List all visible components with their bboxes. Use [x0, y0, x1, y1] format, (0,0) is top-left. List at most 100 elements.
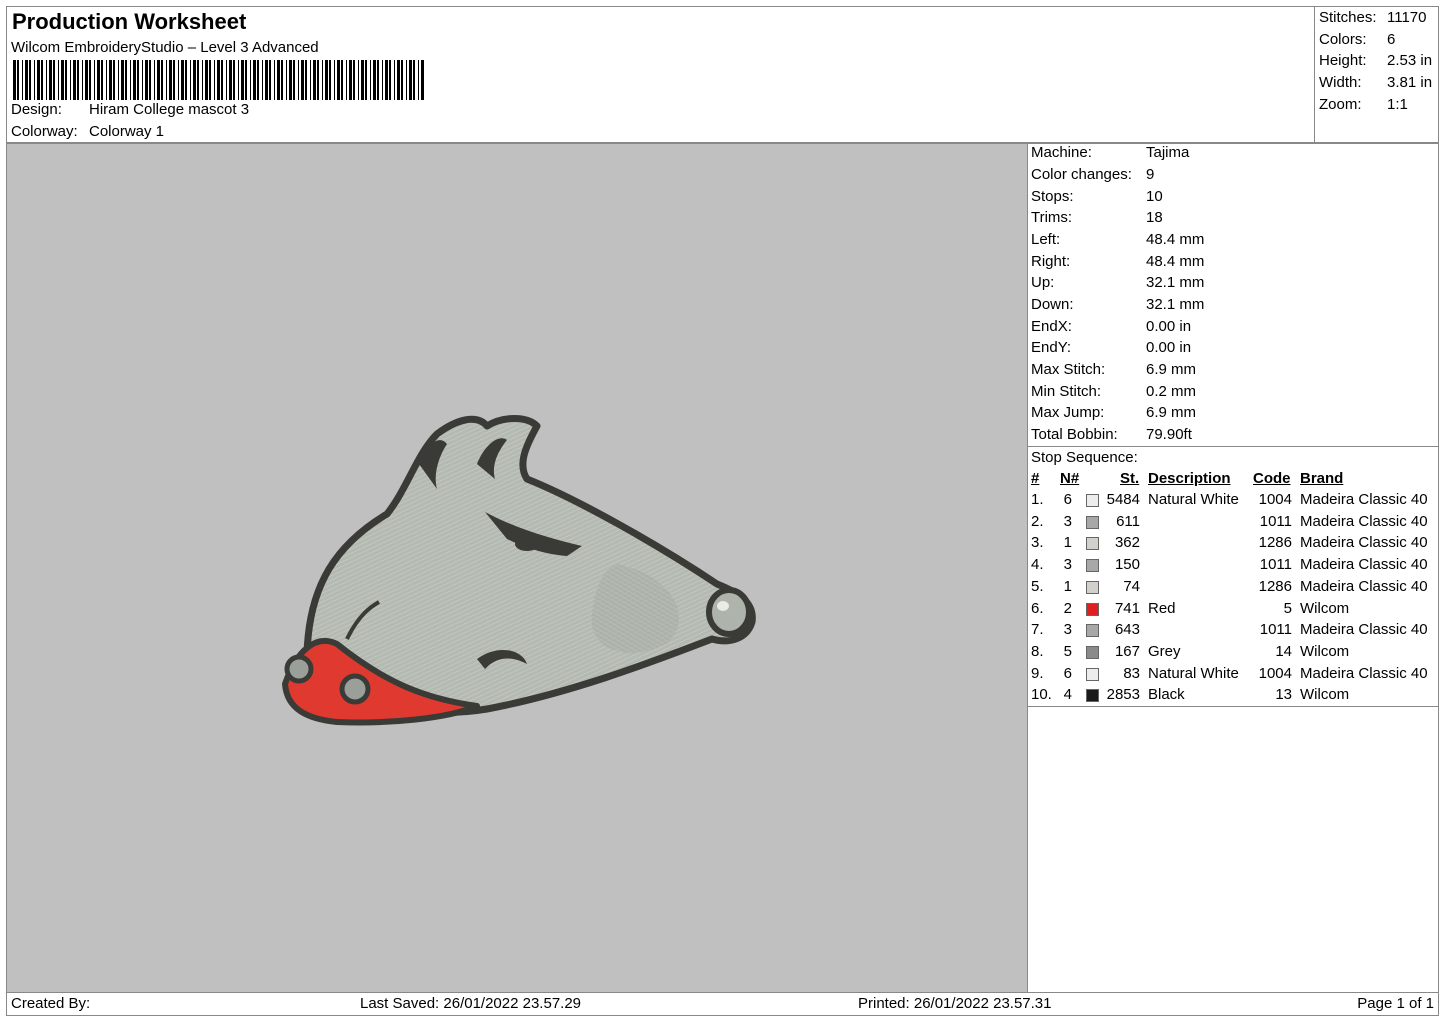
barcode-bar [49, 60, 52, 100]
machine-row: Max Jump: 6.9 mm [1031, 404, 1197, 421]
barcode-bar [217, 60, 220, 100]
stop-row: 6. 2 741 Red 5 Wilcom [1028, 600, 1440, 621]
barcode-bar [157, 60, 160, 100]
barcode-bar [361, 60, 364, 100]
machine-row: Right: 48.4 mm [1031, 253, 1205, 270]
barcode-bar [205, 60, 208, 100]
thread-code: 1286 [1258, 577, 1292, 595]
barcode-bar [125, 60, 127, 100]
thread-brand: Madeira Classic 40 [1300, 664, 1428, 682]
barcode-bar [253, 60, 256, 100]
machine-row: Stops: 10 [1031, 188, 1163, 205]
barcode-bar [301, 60, 304, 100]
stitch-count: 5484 [1106, 491, 1140, 508]
barcode-bar [221, 60, 223, 100]
stitch-count: 362 [1114, 534, 1140, 552]
color-description: Red [1148, 599, 1176, 617]
barcode-bar [286, 60, 287, 100]
needle-number: 5 [1063, 642, 1072, 660]
barcode-bar [37, 60, 40, 100]
barcode-bar [65, 60, 67, 100]
barcode-bar [418, 60, 419, 100]
stop-index: 9. [1031, 664, 1044, 682]
barcode-bar [409, 60, 412, 100]
barcode-bar [233, 60, 235, 100]
machine-row: Left: 48.4 mm [1031, 231, 1205, 248]
barcode-bar [413, 60, 415, 100]
barcode-bar [214, 60, 215, 100]
barcode-bar [82, 60, 83, 100]
thread-code: 5 [1283, 599, 1292, 617]
barcode-bar [382, 60, 383, 100]
stop-index: 8. [1031, 642, 1044, 660]
thread-brand: Madeira Classic 40 [1300, 512, 1428, 530]
barcode-bar [349, 60, 352, 100]
barcode-bar [53, 60, 55, 100]
machine-row: Total Bobbin: 79.90ft [1031, 426, 1192, 443]
barcode-bar [34, 60, 35, 100]
barcode-bar [322, 60, 323, 100]
barcode-bar [118, 60, 119, 100]
barcode-bar [154, 60, 155, 100]
machine-row: Up: 32.1 mm [1031, 274, 1205, 291]
barcode-bar [397, 60, 400, 100]
stitch-count: 741 [1114, 599, 1140, 617]
color-swatch [1086, 667, 1099, 681]
barcode-bar [346, 60, 347, 100]
thread-brand: Madeira Classic 40 [1300, 491, 1428, 508]
barcode-bar [293, 60, 295, 100]
barcode-bar [281, 60, 283, 100]
machine-row: Machine: Tajima [1031, 144, 1190, 161]
worksheet-footer: Created By: Last Saved: 26/01/2022 23.57… [6, 992, 1439, 1016]
thread-brand: Wilcom [1300, 642, 1350, 660]
needle-number: 6 [1063, 491, 1072, 508]
barcode-bar [13, 60, 16, 100]
machine-row: EndX: 0.00 in [1031, 318, 1192, 335]
stitch-count: 74 [1123, 577, 1140, 595]
stop-row: 4. 3 150 1011 Madeira Classic 40 [1028, 556, 1440, 577]
barcode-bar [101, 60, 103, 100]
thread-code: 1004 [1258, 491, 1292, 508]
barcode-bar [145, 60, 148, 100]
colorway-value: Colorway 1 [89, 123, 165, 140]
color-description: Black [1148, 686, 1185, 704]
barcode-bar [25, 60, 28, 100]
stitch-count: 2853 [1106, 686, 1140, 704]
printed-date: Printed: 26/01/2022 23.57.31 [858, 995, 1052, 1012]
barcode-bar [121, 60, 124, 100]
barcode-bar [58, 60, 59, 100]
thread-code: 13 [1275, 686, 1292, 704]
color-description: Grey [1148, 642, 1181, 660]
barcode-bar [197, 60, 199, 100]
barcode-bar [185, 60, 187, 100]
thread-code: 1286 [1258, 534, 1292, 552]
col-header-index: # [1031, 470, 1040, 487]
machine-row: Down: 32.1 mm [1031, 296, 1205, 313]
barcode-bar [70, 60, 71, 100]
barcode-bar [337, 60, 340, 100]
col-header-stitches: St. [1120, 470, 1140, 487]
barcode-bar [353, 60, 355, 100]
summary-zoom: Zoom: 1:1 [1319, 96, 1408, 113]
design-summary: Stitches: 11170 Colors: 6 Height: 2.53 in W… [1314, 6, 1439, 143]
stop-index: 2. [1031, 512, 1044, 530]
last-saved: Last Saved: 26/01/2022 23.57.29 [360, 995, 582, 1012]
barcode-bar [229, 60, 232, 100]
stitch-count: 611 [1116, 512, 1140, 530]
barcode-bar [173, 60, 175, 100]
colorway-label: Colorway: [11, 123, 78, 140]
color-description: Natural White [1148, 664, 1239, 682]
machine-row: Max Stitch: 6.9 mm [1031, 361, 1197, 378]
barcode-bar [178, 60, 179, 100]
needle-number: 1 [1063, 577, 1072, 595]
stitch-count: 150 [1114, 556, 1140, 574]
barcode-bar [310, 60, 311, 100]
barcode-bar [245, 60, 247, 100]
barcode-bar [277, 60, 280, 100]
barcode-bar [193, 60, 196, 100]
color-swatch [1086, 689, 1099, 703]
worksheet-header: Production Worksheet Wilcom EmbroiderySt… [6, 6, 1315, 143]
barcode-bar [77, 60, 79, 100]
design-label: Design: [11, 101, 62, 118]
created-by: Created By: [11, 995, 91, 1012]
